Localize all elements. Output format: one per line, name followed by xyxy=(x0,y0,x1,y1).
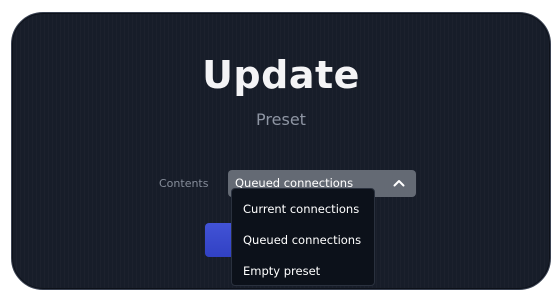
option-queued-connections[interactable]: Queued connections xyxy=(232,225,374,256)
option-empty-preset[interactable]: Empty preset xyxy=(232,256,374,287)
dialog-subtitle: Preset xyxy=(256,110,306,129)
option-current-connections[interactable]: Current connections xyxy=(232,194,374,225)
contents-dropdown-menu: Current connections Queued connections E… xyxy=(231,188,375,286)
dialog-title: Update xyxy=(202,53,360,97)
chevron-up-icon xyxy=(393,180,405,187)
contents-label: Contents xyxy=(159,177,209,190)
update-preset-dialog: Update Preset Contents Queued connection… xyxy=(11,12,551,290)
